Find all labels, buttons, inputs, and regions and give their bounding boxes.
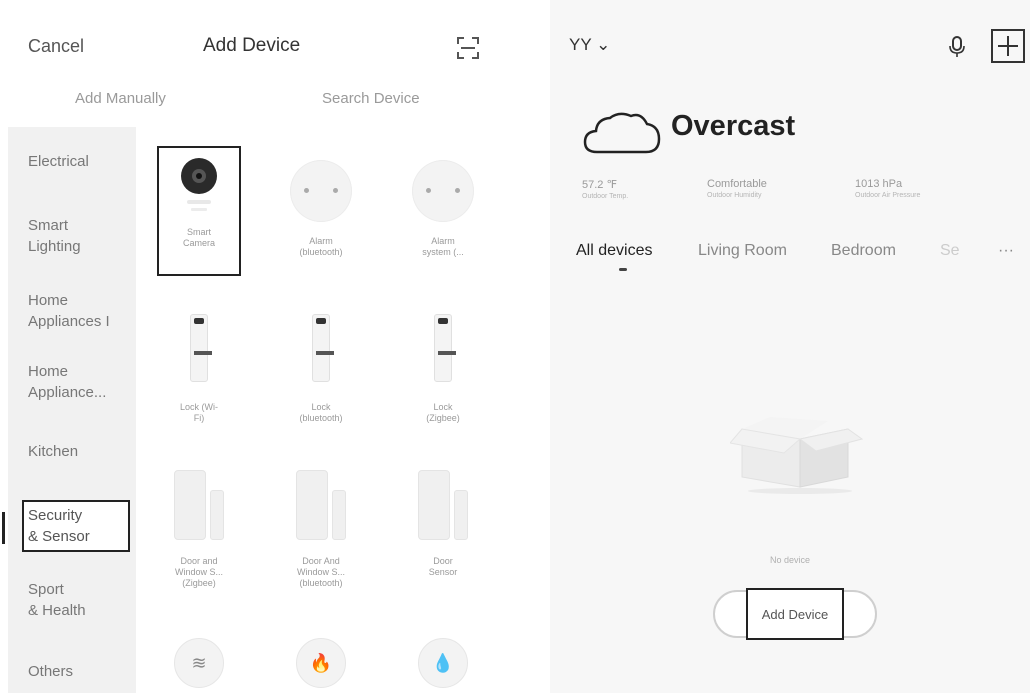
alarm-icon: [412, 160, 474, 222]
device-water-sensor[interactable]: 💧: [401, 638, 485, 688]
sidebar-item-others[interactable]: Others: [28, 661, 136, 682]
device-alarm-bluetooth[interactable]: Alarm (bluetooth): [279, 160, 363, 258]
lock-icon: [312, 314, 334, 382]
device-label: Alarm (bluetooth): [299, 236, 343, 257]
sidebar-item-sport-health[interactable]: Sport & Health: [28, 579, 136, 621]
plus-icon: [998, 36, 1018, 56]
empty-box-illustration: [730, 417, 864, 494]
more-rooms-button[interactable]: ···: [998, 242, 1014, 260]
weather-condition: Overcast: [671, 110, 796, 142]
stat-value: 57.2 ℉: [582, 179, 617, 191]
add-device-screen: Cancel Add Device Add Manually Search De…: [0, 0, 515, 693]
flame-icon: 🔥: [296, 638, 346, 688]
device-label: Lock (bluetooth): [299, 402, 343, 423]
stat-label: Outdoor Air Pressure: [855, 192, 921, 199]
add-device-button[interactable]: Add Device: [746, 588, 844, 640]
stat-humidity: Comfortable Outdoor Humidity: [707, 178, 767, 199]
lock-icon: [190, 314, 212, 382]
water-drop-icon: 💧: [418, 638, 468, 688]
tab-add-manually[interactable]: Add Manually: [75, 90, 166, 107]
device-label: Lock (Wi- Fi): [180, 402, 218, 423]
door-sensor-icon: [172, 470, 226, 540]
sidebar-item-electrical[interactable]: Electrical: [28, 151, 136, 172]
tab-living-room[interactable]: Living Room: [698, 242, 787, 260]
page-title: Add Device: [203, 35, 301, 56]
device-air-sensor[interactable]: ≋: [157, 638, 241, 688]
device-label: Door And Window S... (bluetooth): [296, 556, 345, 588]
sidebar-item-security-sensor[interactable]: Security & Sensor: [22, 500, 130, 552]
device-alarm-system[interactable]: Alarm system (...: [401, 160, 485, 258]
cloud-icon: [583, 112, 661, 154]
tab-bedroom[interactable]: Bedroom: [831, 242, 896, 260]
device-lock-bluetooth[interactable]: Lock (bluetooth): [279, 314, 363, 424]
selected-category-indicator: [2, 512, 5, 544]
camera-icon: [181, 158, 217, 211]
device-label: Door Sensor: [428, 556, 458, 577]
device-door-window-zigbee[interactable]: Door and Window S... (Zigbee): [157, 470, 241, 589]
cancel-button[interactable]: Cancel: [28, 36, 84, 57]
sidebar-item-smart-lighting[interactable]: Smart Lighting: [28, 215, 136, 257]
stat-value: Comfortable: [707, 178, 767, 190]
microphone-icon[interactable]: [949, 36, 965, 58]
category-sidebar: Electrical Smart Lighting Home Appliance…: [8, 127, 136, 693]
lock-icon: [434, 314, 456, 382]
home-screen: YY ⌄ Overcast 57.2 ℉ Outdoor Temp. Comfo…: [550, 0, 1030, 693]
stat-pressure: 1013 hPa Outdoor Air Pressure: [855, 178, 920, 199]
wave-icon: ≋: [174, 638, 224, 688]
device-label: Lock (Zigbee): [426, 402, 460, 423]
device-lock-zigbee[interactable]: Lock (Zigbee): [401, 314, 485, 424]
sidebar-item-kitchen[interactable]: Kitchen: [28, 441, 136, 462]
empty-state-text: No device: [769, 555, 811, 565]
tab-all-devices[interactable]: All devices: [576, 242, 652, 260]
tab-search-device[interactable]: Search Device: [322, 90, 420, 107]
stat-label: Outdoor Temp.: [582, 193, 629, 200]
stat-temperature: 57.2 ℉ Outdoor Temp.: [582, 178, 628, 200]
stat-label: Outdoor Humidity: [707, 192, 762, 199]
active-tab-indicator: [619, 268, 627, 271]
door-sensor-icon: [294, 470, 348, 540]
door-sensor-icon: [416, 470, 470, 540]
device-label: Alarm system (...: [422, 236, 464, 257]
device-door-sensor[interactable]: Door Sensor: [401, 470, 485, 578]
scan-icon[interactable]: [456, 36, 480, 60]
device-label: Smart Camera: [182, 227, 215, 248]
home-selector[interactable]: YY ⌄: [569, 35, 610, 55]
alarm-icon: [290, 160, 352, 222]
stat-value: 1013 hPa: [855, 178, 903, 190]
add-mode-tabs: Add Manually Search Device: [0, 90, 515, 114]
add-button[interactable]: [991, 29, 1025, 63]
tab-truncated[interactable]: Se: [940, 242, 960, 260]
sidebar-item-home-appliance-2[interactable]: Home Appliance...: [28, 361, 136, 403]
sidebar-item-home-appliances[interactable]: Home Appliances I: [28, 290, 136, 332]
device-door-window-bluetooth[interactable]: Door And Window S... (bluetooth): [279, 470, 363, 589]
device-smoke-sensor[interactable]: 🔥: [279, 638, 363, 688]
device-lock-wifi[interactable]: Lock (Wi- Fi): [157, 314, 241, 424]
device-smart-camera[interactable]: Smart Camera: [157, 152, 241, 249]
device-label: Door and Window S... (Zigbee): [174, 556, 223, 588]
